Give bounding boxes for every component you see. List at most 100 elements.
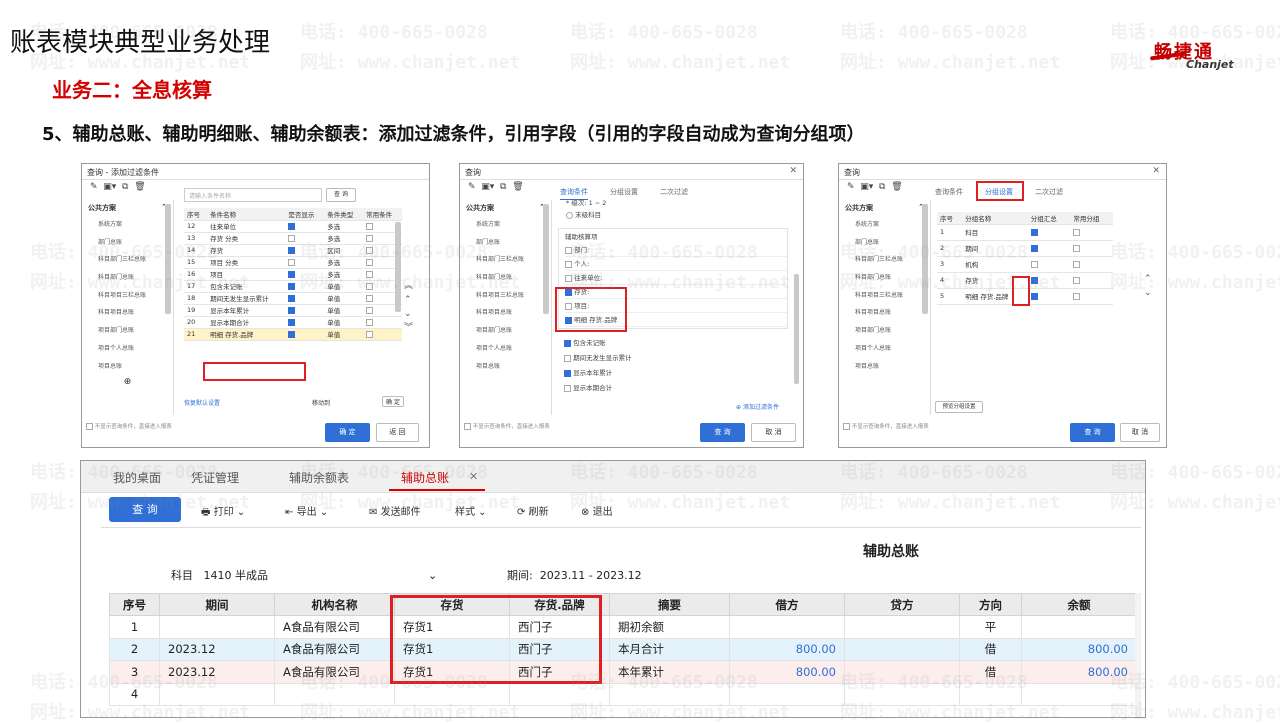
export-icon[interactable]: ⧉ (500, 182, 506, 192)
search-button[interactable]: 查 询 (326, 188, 356, 202)
edit-icon[interactable]: ✎ (468, 182, 476, 192)
scrollbar[interactable] (165, 204, 171, 314)
scheme-item[interactable]: 项目部门总账 (839, 322, 930, 340)
show-checkbox[interactable] (288, 234, 296, 242)
table-row[interactable]: 19 显示本年累计 单值 (184, 304, 402, 317)
show-checkbox[interactable] (288, 330, 296, 338)
email-button[interactable]: ✉ 发送邮件 (369, 503, 421, 518)
style-button[interactable]: 样式 ⌄ (455, 503, 487, 518)
query-button[interactable]: 查 询 (109, 497, 181, 522)
common-checkbox[interactable] (366, 318, 374, 326)
show-checkbox[interactable] (288, 270, 296, 278)
condition-search-input[interactable]: 请输入条件名称 (184, 188, 322, 202)
tab-aux-ledger[interactable]: 辅助总账 (401, 469, 449, 486)
cancel-button[interactable]: 取 消 (1120, 423, 1160, 442)
move-arrows[interactable]: ︽ ⌃ ⌄ ︾ (404, 279, 413, 335)
option-checkbox[interactable] (564, 354, 571, 362)
table-row[interactable]: 12 往来单位 多选 (184, 220, 402, 233)
common-checkbox[interactable] (366, 270, 374, 278)
export-button[interactable]: ⇤ 导出 ⌄ (285, 503, 328, 518)
close-icon[interactable]: ✕ (1152, 166, 1160, 176)
refresh-button[interactable]: ⟳ 刷新 (517, 503, 549, 518)
tab-secondary-filter[interactable]: 二次过滤 (1035, 187, 1063, 199)
export-icon[interactable]: ⧉ (879, 182, 885, 192)
sum-checkbox[interactable] (1030, 228, 1038, 236)
confirm-small-button[interactable]: 确 定 (382, 396, 404, 407)
save-icon[interactable]: ▣▾ (860, 182, 873, 192)
scrollbar[interactable] (395, 222, 401, 312)
close-tab-icon[interactable]: ✕ (469, 470, 478, 483)
show-checkbox[interactable] (288, 258, 296, 266)
common-checkbox[interactable] (366, 330, 374, 338)
skip-option[interactable]: 不显示查询条件，直接进入报表 (843, 422, 929, 430)
leaf-subject-option[interactable]: 末级科目 (566, 210, 601, 221)
save-icon[interactable]: ▣▾ (103, 182, 116, 192)
edit-icon[interactable]: ✎ (90, 182, 98, 192)
option-item[interactable]: 显示本年累计 (564, 366, 632, 381)
sum-checkbox[interactable] (1030, 276, 1038, 284)
scrollbar[interactable] (543, 204, 549, 314)
table-row[interactable]: 17 包含未记账 单值 (184, 280, 402, 293)
aux-checkbox[interactable] (565, 260, 572, 268)
table-row[interactable]: 20 显示本期合计 单值 (184, 316, 402, 329)
table-row[interactable]: 13 存货 分类 多选 (184, 232, 402, 245)
common-checkbox[interactable] (366, 222, 374, 230)
common-checkbox[interactable] (1073, 276, 1081, 284)
sum-checkbox[interactable] (1030, 260, 1038, 268)
delete-icon[interactable]: 🗑 (891, 182, 902, 192)
scheme-item[interactable]: 科目部门总账 (839, 269, 930, 287)
tab-aux-balance[interactable]: 辅助余额表 (289, 469, 349, 486)
common-checkbox[interactable] (366, 282, 374, 290)
sum-checkbox[interactable] (1030, 292, 1038, 300)
move-arrows[interactable]: ⌃ ⌄ (1144, 272, 1152, 300)
export-icon[interactable]: ⧉ (122, 182, 128, 192)
option-checkbox[interactable] (564, 339, 571, 347)
common-checkbox[interactable] (1073, 244, 1081, 252)
table-row[interactable]: 3 机构 (937, 256, 1113, 273)
scheme-item[interactable]: 项目总账 (839, 358, 930, 376)
show-checkbox[interactable] (288, 222, 296, 230)
table-row[interactable]: 1 A食品有限公司 存货1 西门子 期初余额平 (109, 615, 1137, 639)
save-icon[interactable]: ▣▾ (481, 182, 494, 192)
tab-voucher[interactable]: 凭证管理 (191, 469, 239, 486)
table-row[interactable]: 2 期间 (937, 240, 1113, 257)
common-checkbox[interactable] (366, 294, 374, 302)
aux-item[interactable]: 部门: (565, 243, 787, 257)
scheme-item[interactable]: 项目个人总账 (839, 340, 930, 358)
show-checkbox[interactable] (288, 318, 296, 326)
common-checkbox[interactable] (1073, 228, 1081, 236)
scheme-item[interactable]: 项目总账 (82, 358, 173, 376)
print-button[interactable]: 🖶 打印 ⌄ (201, 503, 245, 522)
cancel-button[interactable]: 取 消 (751, 423, 796, 442)
table-row[interactable]: 14 存货 区间 (184, 244, 402, 257)
table-row[interactable]: 16 项目 多选 (184, 268, 402, 281)
table-row[interactable]: 4 (109, 682, 1137, 706)
exit-button[interactable]: ⊗ 退出 (581, 503, 613, 518)
scheme-item[interactable]: 科目项目三栏总账 (460, 287, 551, 305)
chevron-down-icon[interactable]: ⌄ (428, 569, 437, 582)
skip-option[interactable]: 不显示查询条件，直接进入报表 (464, 422, 550, 430)
show-checkbox[interactable] (288, 294, 296, 302)
delete-icon[interactable]: 🗑 (134, 182, 145, 192)
common-checkbox[interactable] (366, 246, 374, 254)
scheme-item[interactable]: 科目项目总账 (460, 304, 551, 322)
skip-checkbox[interactable] (843, 423, 850, 430)
sum-checkbox[interactable] (1030, 244, 1038, 252)
close-icon[interactable]: ✕ (789, 166, 797, 176)
scheme-item[interactable]: 项目个人总账 (460, 340, 551, 358)
add-circle-icon[interactable]: ⊕ (82, 377, 173, 387)
scheme-item[interactable]: 科目项目三栏总账 (839, 287, 930, 305)
ok-button[interactable]: 确 定 (325, 423, 370, 442)
option-checkbox[interactable] (564, 369, 571, 377)
skip-option[interactable]: 不显示查询条件，直接进入报表 (86, 422, 172, 430)
move-to-label[interactable]: 移动到 (312, 398, 330, 407)
show-checkbox[interactable] (288, 282, 296, 290)
scheme-item[interactable]: 科目项目总账 (82, 304, 173, 322)
scheme-item[interactable]: 项目部门总账 (460, 322, 551, 340)
scheme-item[interactable]: 科目部门三栏总账 (839, 251, 930, 269)
common-checkbox[interactable] (366, 258, 374, 266)
tab-secondary-filter[interactable]: 二次过滤 (660, 187, 688, 199)
scheme-item[interactable]: 科目项目三栏总账 (82, 287, 173, 305)
aux-checkbox[interactable] (565, 246, 572, 254)
scheme-item[interactable]: 科目项目总账 (839, 304, 930, 322)
